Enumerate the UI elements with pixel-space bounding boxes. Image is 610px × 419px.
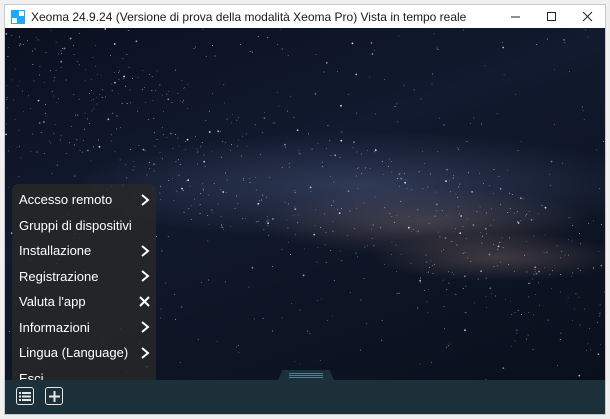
close-icon[interactable] [139,296,150,307]
maximize-button[interactable] [533,5,569,28]
menu-item-label: Informazioni [19,319,90,335]
close-icon [582,11,592,22]
title-bar[interactable]: Xeoma 24.9.24 (Versione di prova della m… [5,5,605,28]
maximize-icon [546,12,556,21]
menu-item-registrazione[interactable]: Registrazione [12,264,156,290]
close-button[interactable] [569,5,605,28]
menu-item-accesso-remoto[interactable]: Accesso remoto [12,187,156,213]
chevron-right-icon [140,270,150,283]
app-window: Xeoma 24.9.24 (Versione di prova della m… [4,4,606,415]
window-title: Xeoma 24.9.24 (Versione di prova della m… [31,9,467,24]
menu-item-label: Valuta l'app [19,294,86,310]
xeoma-logo-icon [11,9,25,24]
minimize-button[interactable] [497,5,533,28]
chevron-right-icon [140,346,150,359]
chevron-right-icon [140,193,150,206]
menu-list-button[interactable] [16,387,34,405]
add-camera-button[interactable] [45,387,63,405]
menu-item-label: Installazione [19,243,92,259]
bottom-toolbar [5,370,605,414]
camera-view[interactable]: Accesso remoto Gruppi di dispositivi Ins… [5,28,605,391]
main-menu: Accesso remoto Gruppi di dispositivi Ins… [12,184,156,391]
chevron-right-icon [140,321,150,334]
list-icon [19,391,31,401]
menu-item-valuta-app[interactable]: Valuta l'app [12,289,156,315]
menu-item-label: Gruppi di dispositivi [19,217,132,233]
plus-icon [48,390,60,402]
menu-item-label: Accesso remoto [19,192,113,208]
chevron-right-icon [140,244,150,257]
minimize-icon [510,16,520,18]
menu-item-lingua[interactable]: Lingua (Language) [12,340,156,366]
drag-handle[interactable] [278,370,334,380]
menu-item-gruppi-di-dispositivi[interactable]: Gruppi di dispositivi [12,213,156,239]
menu-item-label: Lingua (Language) [19,345,129,361]
menu-item-label: Registrazione [19,268,99,284]
menu-item-installazione[interactable]: Installazione [12,238,156,264]
menu-item-informazioni[interactable]: Informazioni [12,315,156,341]
